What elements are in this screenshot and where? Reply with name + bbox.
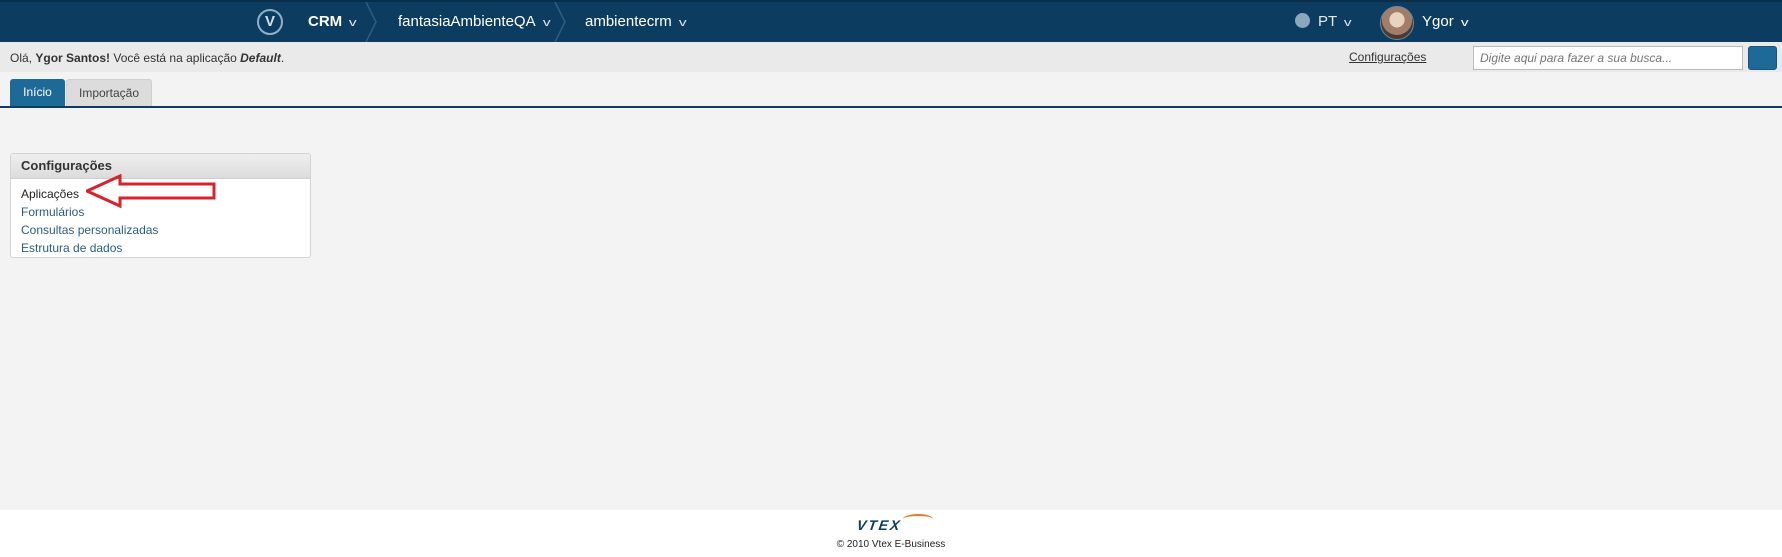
chevron-down-icon: v: [1460, 17, 1469, 29]
tab-importacao[interactable]: Importação: [66, 79, 152, 106]
language-label: PT: [1318, 13, 1338, 30]
settings-item-estrutura[interactable]: Estrutura de dados: [21, 239, 310, 257]
search-button[interactable]: [1748, 46, 1777, 70]
crumb-environment-label: ambientecrm: [585, 13, 672, 30]
vtex-footer-logo: VTEX: [855, 517, 903, 533]
greeting-middle: Você está na aplicação: [113, 51, 237, 65]
breadcrumb-separator-icon: [364, 2, 378, 42]
crumb-account-label: fantasiaAmbienteQA: [398, 13, 536, 30]
chevron-down-icon: v: [678, 17, 687, 29]
settings-link[interactable]: Configurações: [1349, 50, 1426, 64]
greeting-text: Olá, Ygor Santos! Você está na aplicação…: [10, 51, 284, 65]
crumb-app-label: CRM: [308, 13, 343, 30]
chevron-down-icon: v: [349, 17, 357, 29]
vtex-logo-icon[interactable]: V: [257, 9, 283, 35]
greeting-app-name: Default: [240, 51, 281, 65]
language-selector[interactable]: PT v: [1295, 2, 1352, 42]
top-navbar: V CRM v fantasiaAmbienteQA v ambientecrm v …: [0, 0, 1782, 42]
user-name-label: Ygor: [1422, 13, 1454, 30]
breadcrumb-separator-icon: [553, 2, 567, 42]
globe-icon: [1295, 13, 1310, 28]
greeting-bar: Olá, Ygor Santos! Você está na aplicação…: [0, 42, 1782, 72]
crumb-environment[interactable]: ambientecrm v: [585, 2, 687, 42]
avatar: [1380, 6, 1414, 40]
chevron-down-icon: v: [542, 17, 551, 29]
tab-inicio[interactable]: Início: [10, 79, 65, 106]
footer: VTEX © 2010 Vtex E-Business: [0, 510, 1782, 557]
crumb-account[interactable]: fantasiaAmbienteQA v: [398, 2, 551, 42]
chevron-down-icon: v: [1344, 17, 1352, 29]
logo-swoosh-icon: [903, 514, 933, 524]
greeting-user-name: Ygor Santos!: [35, 51, 111, 65]
crumb-app[interactable]: CRM v: [308, 2, 357, 42]
search-input[interactable]: [1473, 46, 1743, 70]
tab-bar: Início Importação: [0, 72, 1782, 108]
greeting-prefix: Olá,: [10, 51, 33, 65]
copyright-text: © 2010 Vtex E-Business: [836, 539, 946, 550]
settings-item-consultas[interactable]: Consultas personalizadas: [21, 221, 310, 239]
greeting-suffix: .: [280, 51, 285, 65]
annotation-arrow-icon: [86, 174, 216, 209]
